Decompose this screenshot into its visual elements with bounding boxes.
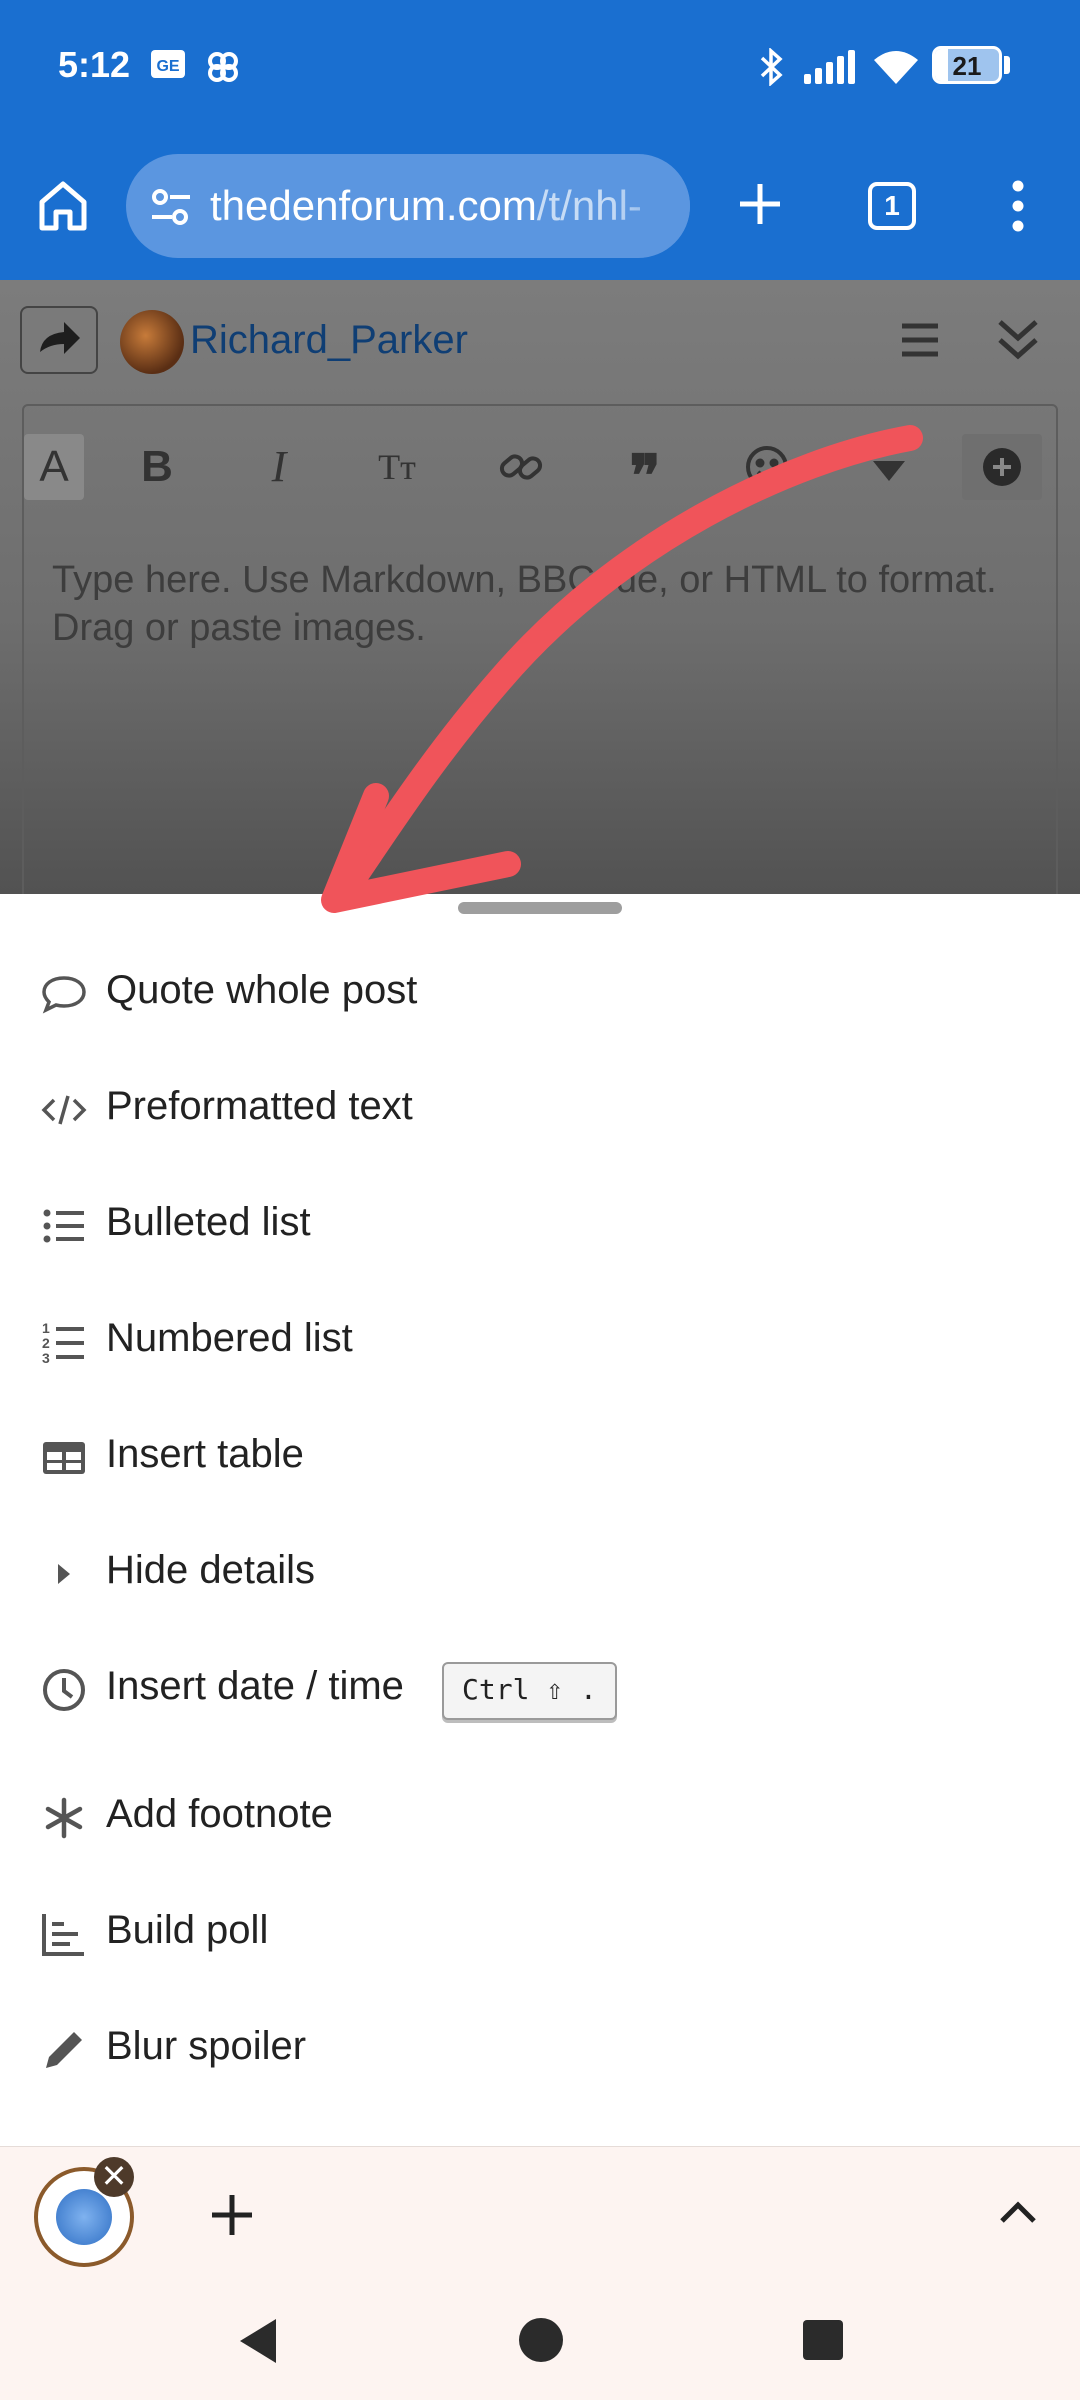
menu-item-label: Hide details xyxy=(106,1548,316,1592)
menu-item-insert-date-time[interactable]: Insert date / time Ctrl ⇧ . xyxy=(0,1638,1080,1738)
editor: A B I Tт ❞ Type here. Use Markdown, BBCo… xyxy=(22,404,1058,924)
table-icon xyxy=(40,1434,88,1482)
collapse-composer-icon[interactable] xyxy=(994,314,1042,369)
add-icon[interactable] xyxy=(204,2187,260,2248)
pencil-icon xyxy=(40,2026,88,2074)
menu-item-label: Insert table xyxy=(106,1432,304,1476)
link-button[interactable] xyxy=(488,434,554,500)
link-icon xyxy=(499,454,543,480)
home-icon[interactable] xyxy=(34,176,92,239)
chevron-up-icon[interactable] xyxy=(994,2193,1042,2238)
site-settings-icon[interactable] xyxy=(148,184,194,235)
chart-icon xyxy=(40,1910,88,1958)
home-nav-icon[interactable] xyxy=(516,2315,566,2370)
formatting-toolbar: A B I Tт ❞ xyxy=(24,406,1060,532)
clock-icon xyxy=(40,1666,88,1714)
battery-tip xyxy=(1004,56,1010,74)
editor-placeholder[interactable]: Type here. Use Markdown, BBCode, or HTML… xyxy=(52,556,1012,652)
numbered-list-icon: 123 xyxy=(40,1318,88,1366)
battery-level: 21 xyxy=(952,51,982,81)
menu-item-add-footnote[interactable]: Add footnote xyxy=(0,1766,1080,1866)
bulleted-list-icon xyxy=(40,1202,88,1250)
menu-item-label: Blur spoiler xyxy=(106,2024,307,2068)
svg-text:GE: GE xyxy=(156,58,179,75)
menu-item-label: Build poll xyxy=(106,1908,269,1952)
caret-right-icon xyxy=(40,1550,88,1598)
tab-switcher-button[interactable]: 1 xyxy=(868,182,916,230)
bold-button[interactable]: B xyxy=(124,434,190,500)
reply-arrow-icon xyxy=(40,322,80,354)
avatar xyxy=(120,310,184,374)
bottom-app-bar: ✕ xyxy=(0,2146,1080,2400)
wifi-icon xyxy=(872,48,920,91)
back-nav-icon[interactable] xyxy=(232,2315,284,2372)
menu-item-numbered-list[interactable]: 123 Numbered list xyxy=(0,1290,1080,1390)
italic-button[interactable]: I xyxy=(246,434,312,500)
recents-nav-icon[interactable] xyxy=(800,2317,846,2368)
emoji-button[interactable] xyxy=(734,434,800,500)
options-bottom-sheet: Quote whole post Preformatted text Bulle… xyxy=(0,894,1080,2146)
signal-icon xyxy=(802,48,860,91)
url-domain: thedenforum.com xyxy=(210,182,537,229)
menu-item-quote-whole-post[interactable]: Quote whole post xyxy=(0,942,1080,1042)
tab-count: 1 xyxy=(884,190,900,221)
menu-item-bulleted-list[interactable]: Bulleted list xyxy=(0,1174,1080,1274)
status-time: 5:12 xyxy=(58,44,131,85)
heading-button[interactable]: Tт xyxy=(364,434,430,500)
scrim[interactable]: Richard_Parker A B I Tт ❞ Type here. Use… xyxy=(0,280,1080,924)
menu-item-label: Insert date / time xyxy=(106,1664,404,1708)
gmail-icon: GE xyxy=(150,48,186,85)
close-icon[interactable]: ✕ xyxy=(94,2157,134,2197)
svg-text:2: 2 xyxy=(42,1335,50,1351)
svg-text:3: 3 xyxy=(42,1350,50,1366)
font-size-button[interactable]: A xyxy=(24,434,84,500)
menu-item-preformatted-text[interactable]: Preformatted text xyxy=(0,1058,1080,1158)
url-text[interactable]: thedenforum.com/t/nhl- xyxy=(210,182,642,230)
blockquote-button[interactable]: ❞ xyxy=(612,434,678,509)
status-bar: 5:12 GE 21 xyxy=(0,0,1080,140)
bubble-logo xyxy=(56,2189,112,2245)
menu-item-build-poll[interactable]: Build poll xyxy=(0,1882,1080,1982)
menu-item-label: Preformatted text xyxy=(106,1084,413,1128)
menu-item-hide-details[interactable]: Hide details xyxy=(0,1522,1080,1622)
menu-item-label: Bulleted list xyxy=(106,1200,311,1244)
options-button[interactable] xyxy=(962,434,1042,500)
more-menu-icon[interactable] xyxy=(998,178,1038,239)
composer-header: Richard_Parker xyxy=(0,280,1080,400)
menu-item-label: Add footnote xyxy=(106,1792,333,1836)
bluetooth-icon xyxy=(756,47,786,91)
battery-icon: 21 xyxy=(932,46,1002,84)
hamburger-icon[interactable] xyxy=(898,318,942,367)
code-icon xyxy=(40,1086,88,1134)
menu-item-insert-table[interactable]: Insert table xyxy=(0,1406,1080,1506)
plus-circle-icon xyxy=(983,448,1021,486)
new-tab-icon[interactable] xyxy=(732,176,788,237)
gear-icon xyxy=(873,461,905,481)
address-bar[interactable]: thedenforum.com/t/nhl- xyxy=(126,154,690,258)
menu-item-blur-spoiler[interactable]: Blur spoiler xyxy=(0,1998,1080,2098)
speech-bubble-icon xyxy=(40,970,88,1018)
svg-text:1: 1 xyxy=(42,1320,50,1336)
pinwheel-icon xyxy=(204,48,242,91)
screen: 5:12 GE 21 thedenforum.com/t/nhl- 1 Rich… xyxy=(0,0,1080,2400)
composer-username[interactable]: Richard_Parker xyxy=(190,318,468,363)
gear-button[interactable] xyxy=(856,434,922,500)
sheet-handle[interactable] xyxy=(458,902,622,914)
asterisk-icon xyxy=(40,1794,88,1842)
reply-type-button[interactable] xyxy=(20,306,98,374)
keyboard-shortcut-badge: Ctrl ⇧ . xyxy=(442,1662,617,1720)
url-fade xyxy=(610,154,690,258)
menu-item-label: Quote whole post xyxy=(106,968,418,1012)
menu-item-label: Numbered list xyxy=(106,1316,353,1360)
smiley-icon xyxy=(746,446,788,488)
